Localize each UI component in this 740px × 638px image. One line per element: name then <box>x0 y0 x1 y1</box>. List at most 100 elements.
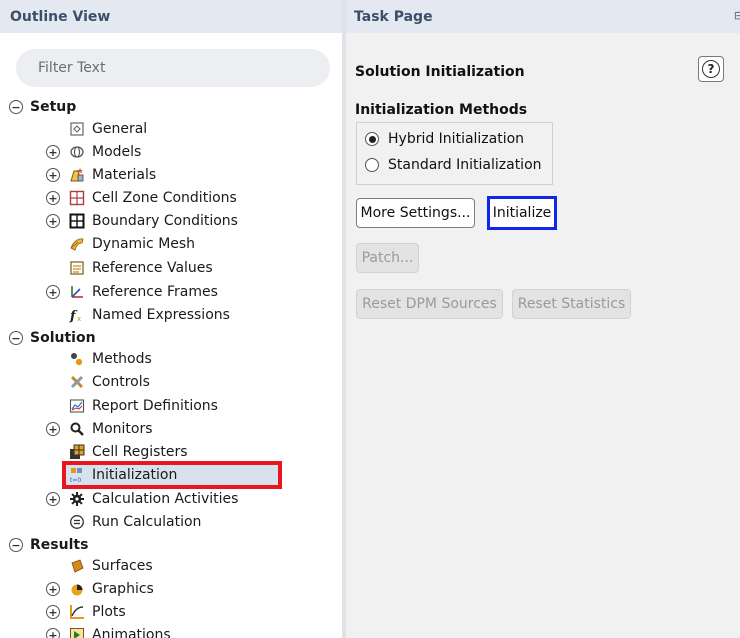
reference-values-label: Reference Values <box>92 259 213 276</box>
calculation-activities-expand-toggle[interactable]: + <box>46 492 60 506</box>
tree-item-cell-zone-conditions[interactable]: Cell Zone Conditions <box>68 186 237 209</box>
materials-expand-toggle[interactable]: + <box>46 168 60 182</box>
tree-item-run-calculation[interactable]: Run Calculation <box>68 510 201 533</box>
animations-label: Animations <box>92 626 171 638</box>
cell-zone-icon <box>68 189 85 206</box>
tree-item-models[interactable]: Models <box>68 140 141 163</box>
run-calculation-icon <box>68 513 85 530</box>
tree-item-plots[interactable]: Plots <box>68 600 126 623</box>
task-page-title: Task Page <box>354 9 433 25</box>
dynamic-mesh-label: Dynamic Mesh <box>92 235 196 252</box>
tree-item-surfaces[interactable]: Surfaces <box>68 554 153 577</box>
controls-label: Controls <box>92 373 150 390</box>
models-label: Models <box>92 143 142 160</box>
plots-label: Plots <box>92 603 126 620</box>
solution-label: Solution <box>30 329 96 346</box>
tree-item-cell-registers[interactable]: Cell Registers <box>68 440 188 463</box>
reference-frames-label: Reference Frames <box>92 283 218 300</box>
plots-icon <box>68 603 85 620</box>
tree-item-dynamic-mesh[interactable]: Dynamic Mesh <box>68 232 195 255</box>
help-icon: ? <box>702 60 720 78</box>
tree-item-general[interactable]: General <box>68 117 147 140</box>
graphics-expand-toggle[interactable]: + <box>46 582 60 596</box>
calculation-activities-label: Calculation Activities <box>92 490 239 507</box>
hybrid-initialization-label: Hybrid Initialization <box>388 131 525 147</box>
more-settings-button[interactable]: More Settings... <box>356 198 475 228</box>
hybrid-initialization-radio[interactable]: Hybrid Initialization <box>365 131 524 147</box>
boundary-icon <box>68 212 85 229</box>
task-page-header: Task Page ⊟ <box>346 0 740 33</box>
outline-view-title: Outline View <box>0 0 342 33</box>
models-expand-toggle[interactable]: + <box>46 145 60 159</box>
function-icon: fx <box>68 306 85 323</box>
tree-item-controls[interactable]: Controls <box>68 370 150 393</box>
tree-item-reference-frames[interactable]: Reference Frames <box>68 280 218 303</box>
materials-label: Materials <box>92 166 157 183</box>
tree-item-animations[interactable]: Animations <box>68 623 171 638</box>
tree-item-boundary-conditions[interactable]: Boundary Conditions <box>68 209 238 232</box>
help-button[interactable]: ? <box>698 56 724 82</box>
monitors-icon <box>68 420 85 437</box>
reference-frames-icon <box>68 283 85 300</box>
controls-icon <box>68 373 85 390</box>
gear-icon <box>68 490 85 507</box>
monitors-expand-toggle[interactable]: + <box>46 422 60 436</box>
general-label: General <box>92 120 148 137</box>
radio-unselected-icon <box>365 158 379 172</box>
tree-item-initialization[interactable]: t=0 Initialization <box>68 463 178 486</box>
setup-collapse-toggle[interactable]: − <box>9 100 23 114</box>
tree-item-graphics[interactable]: Graphics <box>68 577 154 600</box>
methods-label: Methods <box>92 350 152 367</box>
cell-zone-label: Cell Zone Conditions <box>92 189 237 206</box>
surfaces-label: Surfaces <box>92 557 153 574</box>
tree-node-solution[interactable]: Solution <box>30 326 96 349</box>
initialization-methods-title: Initialization Methods <box>355 102 528 118</box>
tree-item-reference-values[interactable]: Reference Values <box>68 256 213 279</box>
svg-text:x: x <box>77 315 81 323</box>
solution-initialization-title: Solution Initialization <box>355 64 525 80</box>
tree-item-methods[interactable]: Methods <box>68 347 152 370</box>
tree-item-monitors[interactable]: Monitors <box>68 417 153 440</box>
boundary-expand-toggle[interactable]: + <box>46 214 60 228</box>
boundary-label: Boundary Conditions <box>92 212 238 229</box>
initialization-icon: t=0 <box>68 466 85 483</box>
initialize-button[interactable]: Initialize <box>487 196 557 230</box>
initialization-methods-group: Hybrid Initialization Standard Initializ… <box>356 122 553 185</box>
standard-initialization-label: Standard Initialization <box>388 157 542 173</box>
named-expressions-label: Named Expressions <box>92 306 230 323</box>
reset-statistics-button[interactable]: Reset Statistics <box>512 289 631 319</box>
setup-label: Setup <box>30 98 77 115</box>
cell-registers-label: Cell Registers <box>92 443 188 460</box>
reference-frames-expand-toggle[interactable]: + <box>46 285 60 299</box>
dynamic-mesh-icon <box>68 235 85 252</box>
tree-item-named-expressions[interactable]: fx Named Expressions <box>68 303 230 326</box>
monitors-label: Monitors <box>92 420 153 437</box>
tree-node-setup[interactable]: Setup <box>30 95 76 118</box>
svg-text:t=0: t=0 <box>70 477 81 483</box>
results-label: Results <box>30 536 89 553</box>
filter-text-input[interactable]: Filter Text <box>16 49 330 87</box>
results-collapse-toggle[interactable]: − <box>9 538 23 552</box>
tree-item-calculation-activities[interactable]: Calculation Activities <box>68 487 238 510</box>
graphics-label: Graphics <box>92 580 154 597</box>
animations-expand-toggle[interactable]: + <box>46 628 60 638</box>
animations-icon <box>68 626 85 638</box>
general-icon <box>68 120 85 137</box>
tree-node-results[interactable]: Results <box>30 533 88 556</box>
cell-registers-icon <box>68 443 85 460</box>
patch-button[interactable]: Patch... <box>356 243 419 273</box>
materials-icon <box>68 166 85 183</box>
task-page-panel: Task Page ⊟ Solution Initialization ? In… <box>346 0 740 638</box>
panel-menu-icon[interactable]: ⊟ <box>734 9 740 22</box>
plots-expand-toggle[interactable]: + <box>46 605 60 619</box>
surfaces-icon <box>68 557 85 574</box>
tree-item-report-definitions[interactable]: Report Definitions <box>68 394 218 417</box>
standard-initialization-radio[interactable]: Standard Initialization <box>365 157 542 173</box>
graphics-icon <box>68 580 85 597</box>
reset-dpm-sources-button[interactable]: Reset DPM Sources <box>356 289 503 319</box>
solution-collapse-toggle[interactable]: − <box>9 331 23 345</box>
tree-item-materials[interactable]: Materials <box>68 163 156 186</box>
outline-view-panel: Outline View Filter Text − Setup General… <box>0 0 342 638</box>
cell-zone-expand-toggle[interactable]: + <box>46 191 60 205</box>
models-icon <box>68 143 85 160</box>
